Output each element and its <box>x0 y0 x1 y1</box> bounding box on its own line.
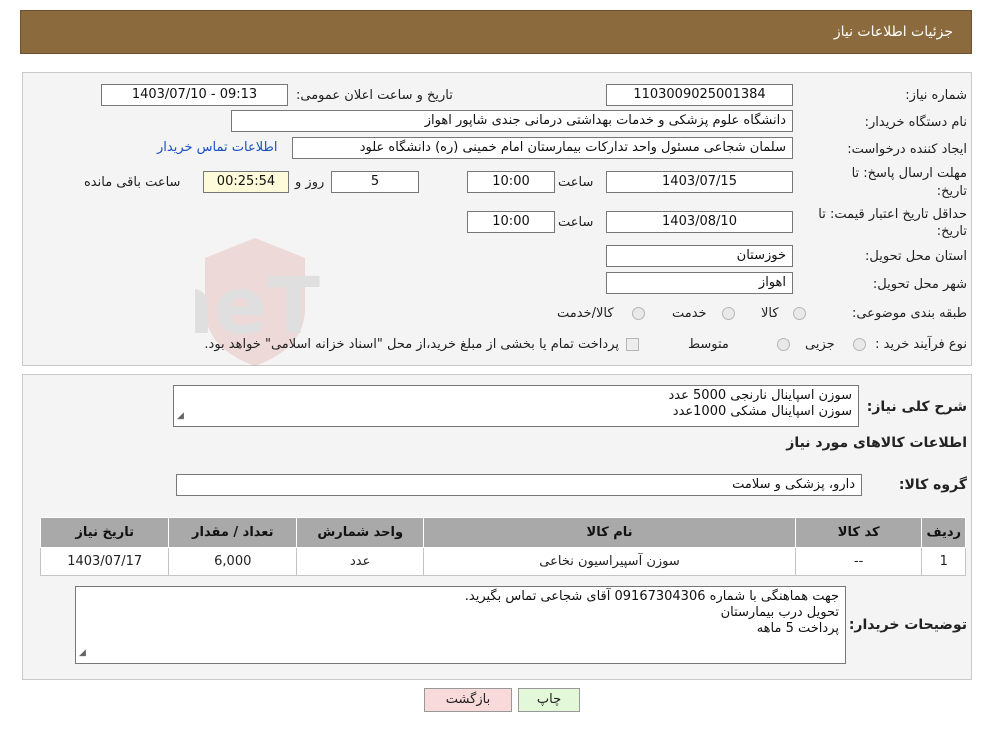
goods-group-label: گروه کالا: <box>898 477 967 493</box>
category-label: طبقه بندی موضوعی: <box>851 306 967 321</box>
table-row: 1 -- سوزن آسپیراسیون نخاعی عدد 6,000 140… <box>39 547 966 576</box>
category-service-label: خدمت <box>672 306 707 321</box>
deadline-time-field: 10:00 <box>467 171 555 193</box>
validity-label: حداقل تاریخ اعتبار قیمت: تا <box>818 207 967 222</box>
cell-unit: عدد <box>296 547 425 576</box>
back-button[interactable]: بازگشت <box>424 688 512 712</box>
buyer-org-label: نام دستگاه خریدار: <box>864 115 967 130</box>
need-number-label: شماره نیاز: <box>905 88 967 103</box>
need-number-field: 1103009025001384 <box>606 84 793 106</box>
city-label: شهر محل تحویل: <box>872 277 967 292</box>
page-title: جزئیات اطلاعات نیاز <box>833 24 953 40</box>
cell-quantity: 6,000 <box>168 547 298 576</box>
deadline-label: مهلت ارسال پاسخ: تا <box>851 166 967 181</box>
remaining-label: ساعت باقی مانده <box>84 175 181 190</box>
print-button[interactable]: چاپ <box>518 688 580 712</box>
col-quantity-header: تعداد / مقدار <box>168 517 298 548</box>
resize-grip-icon[interactable]: ◢ <box>177 408 184 424</box>
province-field: خوزستان <box>606 245 793 267</box>
category-goods-service-label: کالا/خدمت <box>557 306 614 321</box>
remaining-time-field: 00:25:54 <box>203 171 289 193</box>
description-line-2: سوزن اسپاینال مشکی 1000عدد <box>672 404 852 419</box>
category-service-radio[interactable] <box>722 307 735 320</box>
category-goods-label: کالا <box>761 306 779 321</box>
announce-field: 1403/07/10 - 09:13 <box>101 84 288 106</box>
col-need-date-header: تاریخ نیاز <box>39 517 170 548</box>
resize-grip-icon[interactable]: ◢ <box>79 645 86 661</box>
cell-row: 1 <box>921 547 966 576</box>
page-header: جزئیات اطلاعات نیاز <box>20 10 972 54</box>
buyer-contact-link[interactable]: اطلاعات تماس خریدار <box>157 140 277 155</box>
description-textarea[interactable]: سوزن اسپاینال نارنجی 5000 عدد سوزن اسپای… <box>173 385 859 427</box>
category-goods-radio[interactable] <box>793 307 806 320</box>
process-partial-label: جزیی <box>805 337 835 352</box>
col-row-header: ردیف <box>921 517 966 548</box>
goods-table: ردیف کد کالا نام کالا واحد شمارش تعداد /… <box>39 517 966 576</box>
process-label: نوع فرآیند خرید : <box>875 337 967 352</box>
validity-time-field: 10:00 <box>467 211 555 233</box>
goods-group-field: دارو، پزشکی و سلامت <box>176 474 862 496</box>
description-label: شرح کلی نیاز: <box>866 399 967 415</box>
col-code-header: کد کالا <box>794 517 923 548</box>
requester-label: ایجاد کننده درخواست: <box>847 142 967 157</box>
province-label: استان محل تحویل: <box>865 249 967 264</box>
days-field: 5 <box>331 171 419 193</box>
validity-time-label: ساعت <box>558 215 594 230</box>
col-unit-header: واحد شمارش <box>296 517 425 548</box>
table-header-row: ردیف کد کالا نام کالا واحد شمارش تعداد /… <box>39 517 966 548</box>
cell-name: سوزن آسپیراسیون نخاعی <box>423 547 796 576</box>
process-partial-radio[interactable] <box>853 338 866 351</box>
buyer-org-field: دانشگاه علوم پزشکی و خدمات بهداشتی درمان… <box>231 110 793 132</box>
payment-note: پرداخت تمام یا بخشی از مبلغ خرید،از محل … <box>204 337 619 352</box>
col-name-header: نام کالا <box>423 517 796 548</box>
cell-need-date: 1403/07/17 <box>39 547 170 576</box>
category-goods-service-radio[interactable] <box>632 307 645 320</box>
buyer-notes-line-1: جهت هماهنگی با شماره 09167304306 آقای شج… <box>464 589 839 604</box>
days-label: روز و <box>295 175 325 190</box>
description-line-1: سوزن اسپاینال نارنجی 5000 عدد <box>668 388 852 403</box>
cell-code: -- <box>794 547 923 576</box>
validity-label-date: تاریخ: <box>936 224 967 239</box>
treasury-bonds-checkbox[interactable] <box>626 338 639 351</box>
deadline-date-field: 1403/07/15 <box>606 171 793 193</box>
goods-info-title: اطلاعات کالاهای مورد نیاز <box>786 435 967 451</box>
city-field: اهواز <box>606 272 793 294</box>
buyer-notes-line-2: تحویل درب بیمارستان <box>720 605 839 620</box>
deadline-label-date: تاریخ: <box>936 184 967 199</box>
deadline-time-label: ساعت <box>558 175 594 190</box>
buyer-notes-label: توضیحات خریدار: <box>848 617 967 633</box>
requester-field: سلمان شجاعی مسئول واحد تدارکات بیمارستان… <box>292 137 793 159</box>
buyer-notes-textarea[interactable]: جهت هماهنگی با شماره 09167304306 آقای شج… <box>75 586 846 664</box>
announce-label: تاریخ و ساعت اعلان عمومی: <box>296 88 453 103</box>
buyer-notes-line-3: پرداخت 5 ماهه <box>756 621 839 636</box>
process-medium-label: متوسط <box>688 337 729 352</box>
process-medium-radio[interactable] <box>777 338 790 351</box>
validity-date-field: 1403/08/10 <box>606 211 793 233</box>
